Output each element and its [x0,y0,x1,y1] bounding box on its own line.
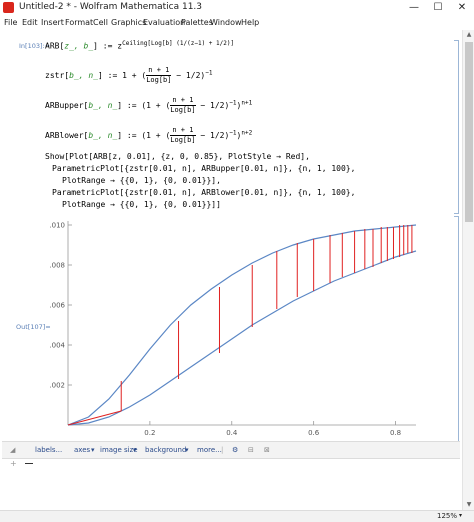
arb-args: z_, b_ [64,41,94,51]
status-bar: 125% ▾ [0,510,474,522]
line-arb-definition[interactable]: ARB[z_, b_] := zCeiling[Log[b] (1/(z−1) … [45,40,234,51]
zoom-chevron-icon[interactable]: ▾ [459,512,462,519]
plot-output[interactable]: 0.2 0.4 0.6 0.8 0.002 0.004 0.006 0.008 0.010 [45,215,424,445]
toolbar-labels[interactable]: labels... [35,446,62,454]
plot-svg: 0.2 0.4 0.6 0.8 0.002 0.004 0.006 0.008 0.010 [45,221,417,437]
zstr-args: b_, n_ [69,71,98,80]
menu-cell[interactable]: Cell [93,18,108,27]
arbupper-name: ARBupper[ [45,101,89,110]
insertion-cursor [25,463,33,464]
title-bar: Untitled-2 * - Wolfram Mathematica 11.3 … [0,0,474,17]
arbupper-numerator: n + 1 [170,96,196,106]
toolbar-more[interactable]: more... [197,446,222,454]
toolbar-separator: | [221,446,224,454]
arblower-tail: − 1/2 [195,131,225,140]
line-show-3[interactable]: PlotRange → {{0, 1}, {0, 0.01}}], [62,176,221,185]
maximize-button[interactable]: ☐ [426,0,450,16]
arb-name: ARB[ [45,41,65,51]
line-show-2[interactable]: ParametricPlot[{zstr[0.01, n], ARBupper[… [52,164,355,173]
close-toolbar-icon[interactable]: ⊠ [264,446,270,454]
axes-chevron-icon[interactable]: ▾ [91,446,95,454]
vertical-scrollbar[interactable]: ▲ ▼ [462,30,474,510]
menu-palettes[interactable]: Palettes [181,18,213,27]
arbupper-args: b_, n_ [88,101,118,110]
menu-graphics[interactable]: Graphics [111,18,146,27]
line-zstr-definition[interactable]: zstr[b_, n_] := 1 + (n + 1 Log[b] − 1/2)−… [45,66,212,85]
zstr-fraction: n + 1 Log[b] [146,66,172,85]
arblower-name: ARBlower[ [45,131,89,140]
minimize-button[interactable]: — [402,0,426,16]
scroll-thumb[interactable] [465,42,473,222]
x-tick-label: 0.8 [390,429,401,437]
suggestions-bar: ◢ labels... axes ▾ image size ▾ backgrou… [2,441,460,459]
image-size-chevron-icon[interactable]: ▾ [133,446,137,454]
y-tick-label: 0.006 [50,302,66,310]
scroll-up-icon[interactable]: ▲ [463,30,474,40]
arbupper-power: n+1 [241,99,253,107]
input-cell-bracket[interactable] [454,40,459,214]
line-arbupper-definition[interactable]: ARBupper[b_, n_] := (1 + (n + 1 Log[b] − … [45,96,252,115]
lower-curve [67,250,417,426]
arblower-numerator: n + 1 [170,126,196,136]
y-tick-label: 0.010 [50,222,65,230]
zstr-numerator: n + 1 [146,66,172,76]
arbupper-fraction: n + 1 Log[b] [170,96,196,115]
y-tick-label: 0.004 [50,342,66,350]
arbupper-denominator: Log[b] [170,106,196,114]
zstr-power: −1 [205,69,213,77]
x-tick-label: 0.4 [226,429,238,437]
line-show-1[interactable]: Show[Plot[ARB[z, 0.01], {z, 0, 0.85}, Pl… [45,152,310,161]
arb-assign: ] := [93,41,118,51]
arb-exponent: Ceiling[Log[b] (1/(z−1) + 1/2)] [122,40,235,47]
y-tick-label: 0.002 [50,382,65,390]
arblower-args: b_, n_ [88,131,118,140]
insertion-point-icon[interactable]: + [10,459,17,468]
toolbar-image-size[interactable]: image size [100,446,138,454]
arblower-assign: ] := [117,131,142,140]
close-button[interactable]: ✕ [450,0,474,16]
menu-help[interactable]: Help [241,18,259,27]
arbupper-inner-power: −1 [229,99,237,107]
toolbar-axes[interactable]: axes [74,446,90,454]
menu-insert[interactable]: Insert [41,18,64,27]
arbupper-tail: − 1/2 [195,101,225,110]
arblower-denominator: Log[b] [170,136,196,144]
mathematica-icon [3,2,14,13]
x-tick-label: 0.2 [144,429,155,437]
menu-evaluation[interactable]: Evaluation [143,18,185,27]
x-tick-label: 0.6 [308,429,320,437]
arbupper-assign: ] := [117,101,142,110]
output-label: Out[107]= [16,323,51,331]
arblower-power: n+2 [241,129,253,137]
window-title: Untitled-2 * - Wolfram Mathematica 11.3 [19,2,203,12]
hide-toolbar-icon[interactable]: ⊟ [248,446,254,454]
line-show-5[interactable]: PlotRange → {{0, 1}, {0, 0.01}}]] [62,200,221,209]
zoom-level[interactable]: 125% [437,512,457,520]
menu-window[interactable]: Window [210,18,242,27]
zstr-tail: − 1/2 [171,71,201,80]
toolbar-background[interactable]: background [145,446,186,454]
menu-bar: File Edit Insert Format Cell Graphics Ev… [0,16,474,30]
line-arblower-definition[interactable]: ARBlower[b_, n_] := (1 + (n + 1 Log[b] − … [45,126,252,145]
arblower-inner-power: −1 [229,129,237,137]
arblower-fraction: n + 1 Log[b] [170,126,196,145]
zstr-rhs: ] := 1 + [98,71,142,80]
zstr-name: zstr[ [45,71,70,80]
scroll-down-icon[interactable]: ▼ [463,500,474,510]
line-show-4[interactable]: ParametricPlot[{zstr[0.01, n], ARBlower[… [52,188,355,197]
upper-curve [67,224,417,426]
menu-file[interactable]: File [4,18,17,27]
menu-edit[interactable]: Edit [22,18,38,27]
background-chevron-icon[interactable]: ▾ [185,446,189,454]
output-cell-bracket[interactable] [454,216,459,442]
gear-icon[interactable]: ⚙ [232,446,238,454]
y-tick-label: 0.008 [50,262,65,270]
suggestions-icon[interactable]: ◢ [10,446,15,454]
menu-format[interactable]: Format [65,18,93,27]
red-baseline [67,410,122,426]
zstr-denominator: Log[b] [146,76,172,84]
